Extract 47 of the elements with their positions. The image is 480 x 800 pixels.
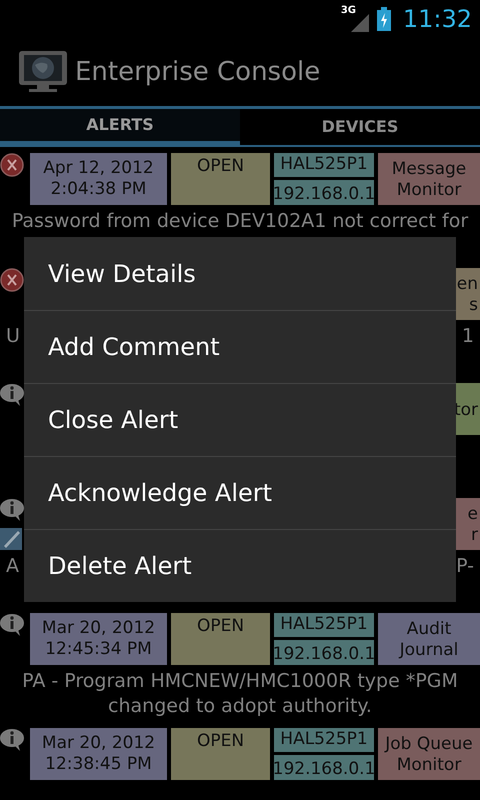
category-text: Message: [392, 159, 466, 180]
category-text: Job Queue: [385, 734, 473, 755]
category-text: en: [456, 274, 478, 295]
tab[interactable]: DEVICES: [240, 109, 480, 147]
alert-description: P-: [456, 554, 474, 579]
device-name: HAL525P1: [274, 153, 374, 177]
menu-item[interactable]: Add Comment: [24, 310, 456, 383]
category-text: Monitor: [396, 180, 462, 201]
tab[interactable]: ALERTS: [0, 109, 240, 147]
alert-description: 1: [462, 324, 474, 349]
error-icon: [0, 153, 24, 177]
network-type: 3G: [340, 6, 356, 16]
device-name: HAL525P1: [274, 728, 374, 752]
menu-item[interactable]: Acknowledge Alert: [24, 456, 456, 529]
alert-description: U: [6, 324, 20, 349]
battery-icon: [376, 7, 391, 31]
category-text: e: [468, 504, 478, 525]
monitor-globe-icon: [19, 51, 67, 93]
category-text: Monitor: [396, 755, 462, 776]
alert-time: 12:38:45 PM: [45, 754, 152, 775]
device-ip: 192.168.0.1: [274, 180, 374, 205]
category-text: Audit: [406, 619, 452, 640]
info-icon: [0, 613, 26, 637]
alert-status: OPEN: [196, 731, 244, 753]
alert-time: 2:04:38 PM: [50, 179, 146, 200]
alert-status: OPEN: [196, 616, 244, 638]
alert-date: Mar 20, 2012: [42, 618, 156, 639]
alert-status: OPEN: [196, 156, 244, 178]
device-name: HAL525P1: [274, 613, 374, 637]
app-title: Enterprise Console: [75, 56, 320, 88]
menu-item[interactable]: Close Alert: [24, 383, 456, 456]
alert-date: Mar 20, 2012: [42, 733, 156, 754]
category-text: r: [471, 525, 478, 546]
alert-description: A: [6, 554, 19, 579]
category-text: s: [469, 295, 478, 316]
error-icon: [0, 268, 24, 292]
device-ip: 192.168.0.1: [274, 755, 374, 780]
alert-description: PA - Program HMCNEW/HMC1000R type *PGM changed to adopt authority.: [21, 669, 459, 719]
menu-item[interactable]: Delete Alert: [24, 529, 456, 602]
menu-item[interactable]: View Details: [24, 237, 456, 310]
info-icon: [0, 728, 26, 752]
category-text: Journal: [400, 640, 458, 661]
device-ip: 192.168.0.1: [274, 640, 374, 665]
alert-date: Apr 12, 2012: [43, 158, 154, 179]
status-time: 11:32: [402, 7, 472, 31]
alert-description: Password from device DEV102A1 not correct for: [12, 209, 468, 234]
alert-time: 12:45:34 PM: [45, 639, 152, 660]
